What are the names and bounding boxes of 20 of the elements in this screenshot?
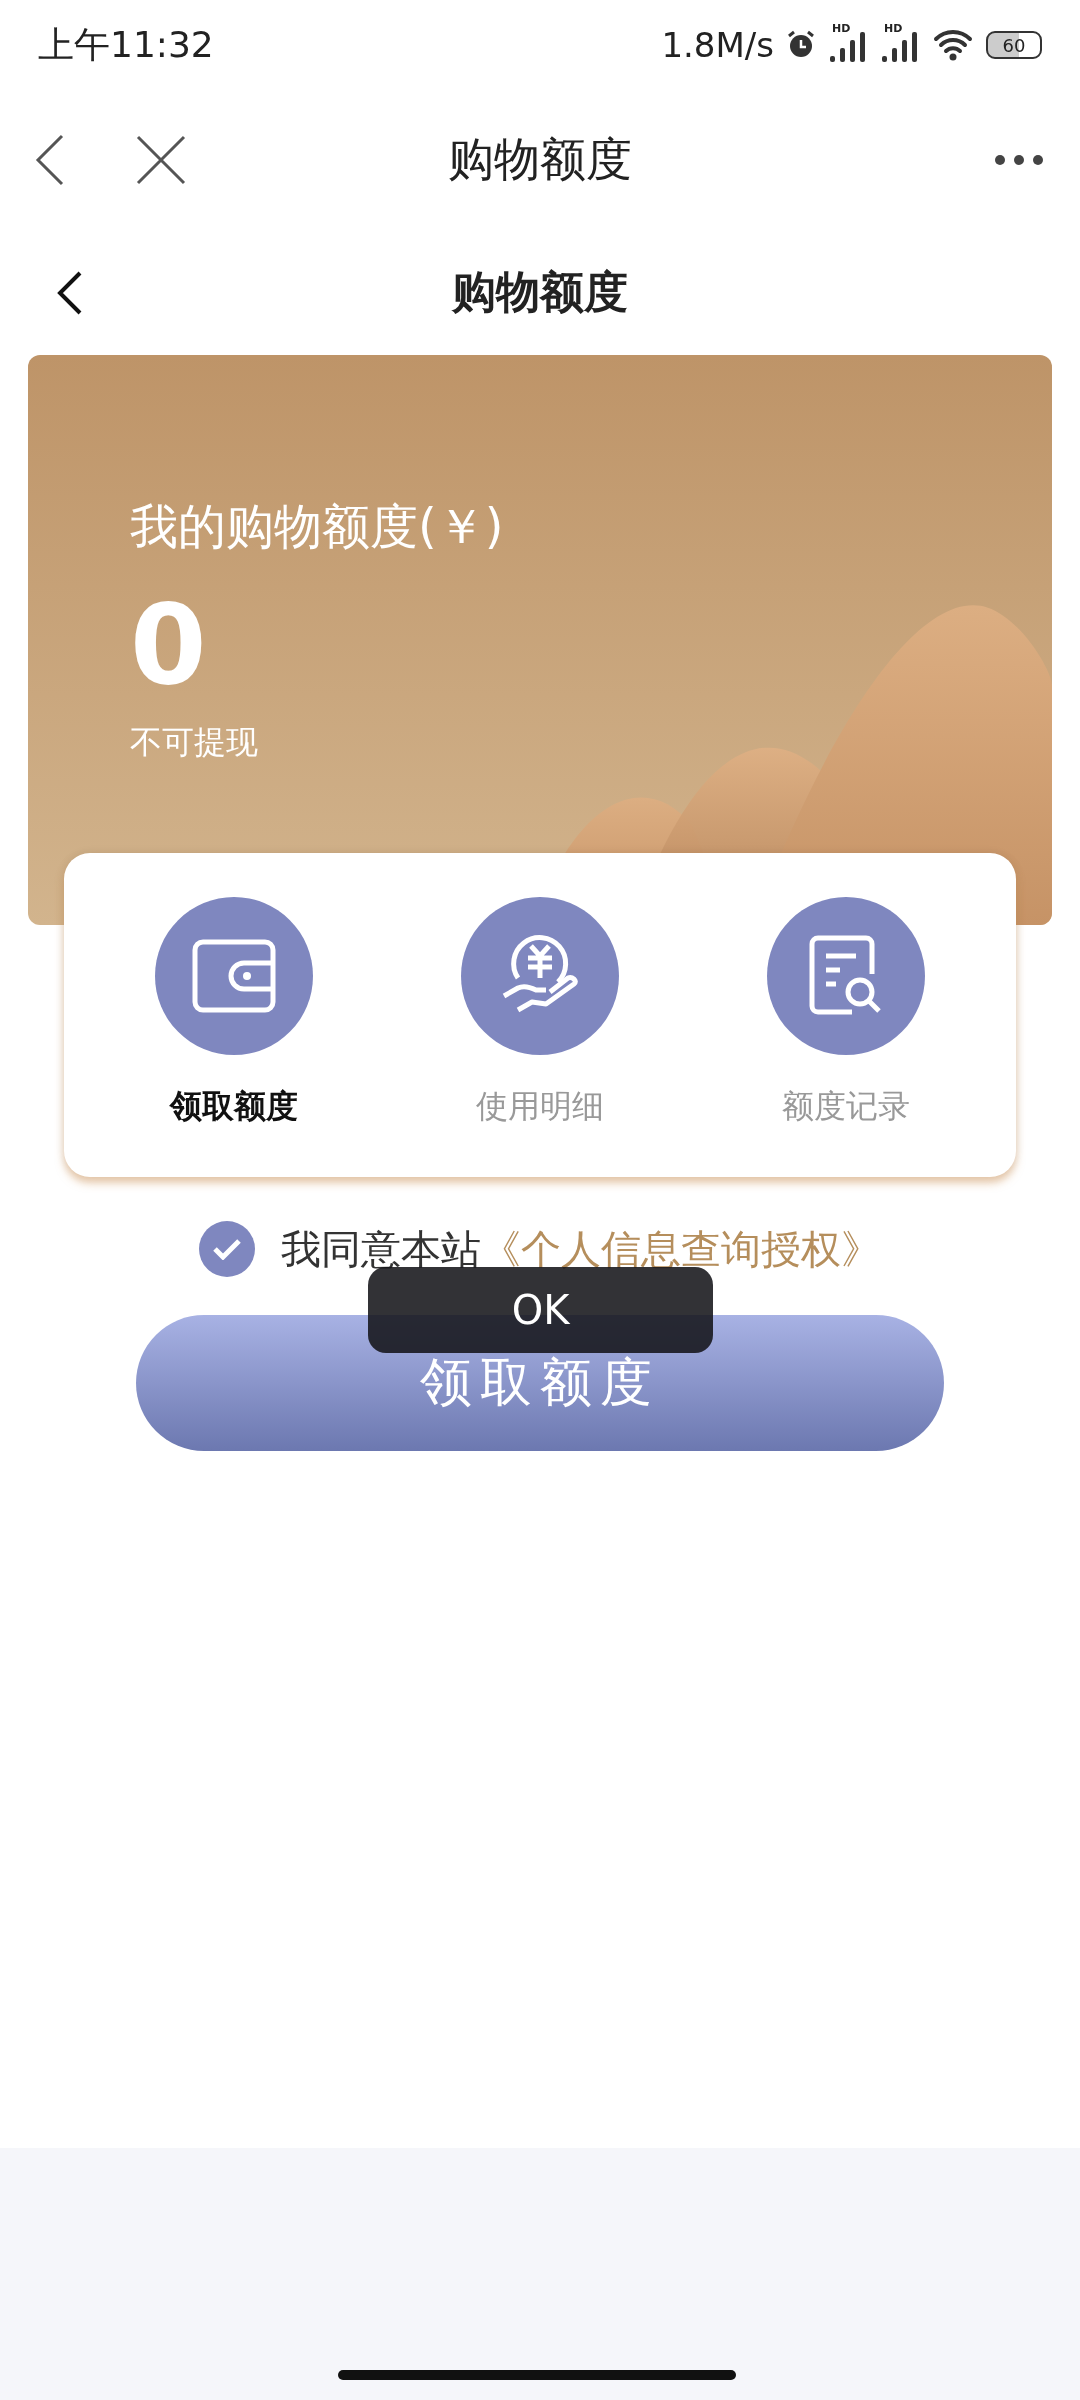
action-tab[interactable]: 使用明细 bbox=[387, 897, 693, 1129]
network-speed: 1.8M/s bbox=[661, 25, 774, 65]
more-icon bbox=[994, 154, 1044, 166]
quota-amount: 0 bbox=[130, 580, 207, 711]
alarm-icon bbox=[786, 30, 816, 60]
action-tab[interactable]: 额度记录 bbox=[693, 897, 999, 1129]
wifi-icon bbox=[932, 27, 974, 63]
hd-label: HD bbox=[832, 22, 851, 35]
status-time: 上午11:32 bbox=[38, 22, 214, 67]
battery-level: 60 bbox=[986, 31, 1042, 59]
browser-title: 购物额度 bbox=[448, 131, 632, 188]
hd-label: HD bbox=[884, 22, 903, 35]
check-icon bbox=[212, 1238, 242, 1260]
quota-label: 我的购物额度(￥) bbox=[130, 497, 504, 556]
page-title: 购物额度 bbox=[452, 265, 628, 319]
action-tab[interactable]: 领取额度 bbox=[81, 897, 387, 1129]
wallet-icon bbox=[192, 939, 276, 1013]
quota-note: 不可提现 bbox=[130, 722, 258, 763]
close-icon bbox=[134, 133, 188, 187]
agree-checkbox[interactable] bbox=[199, 1221, 255, 1277]
